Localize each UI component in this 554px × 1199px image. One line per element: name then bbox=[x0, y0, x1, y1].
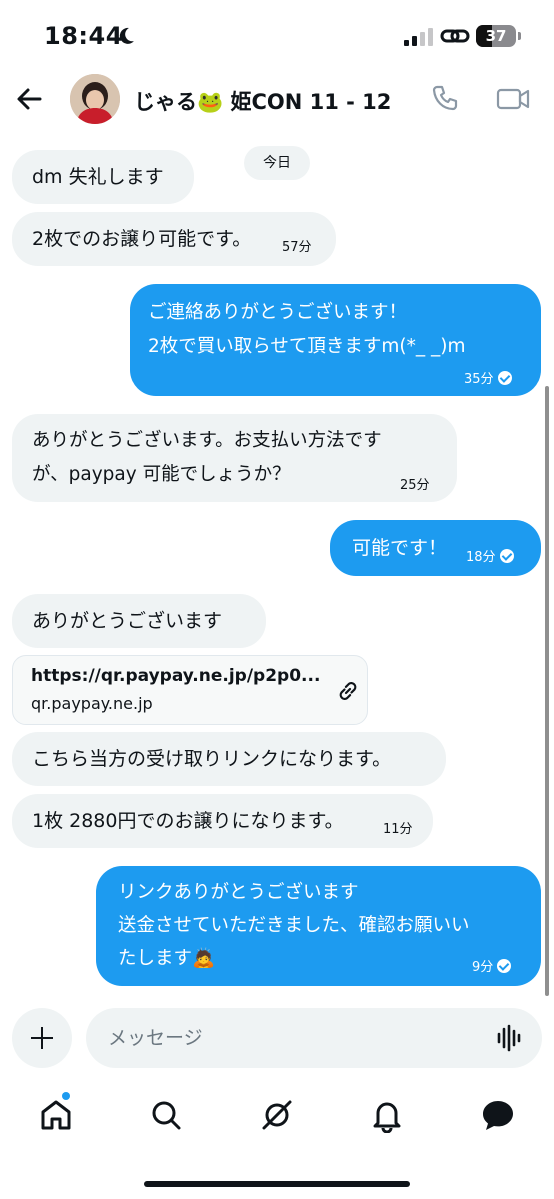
status-bar: 18:44 37 bbox=[0, 0, 554, 72]
link-icon bbox=[440, 29, 470, 43]
message-text: dm 失礼します bbox=[32, 166, 164, 188]
message-time: 18分 bbox=[466, 546, 514, 565]
bottom-navigation bbox=[0, 1085, 554, 1155]
link-chain-icon bbox=[339, 682, 357, 700]
link-domain: qr.paypay.ne.jp bbox=[31, 694, 153, 713]
grok-icon[interactable] bbox=[259, 1097, 295, 1133]
scrollbar[interactable] bbox=[545, 386, 549, 996]
message-time: 9分 bbox=[472, 956, 512, 975]
link-preview-card[interactable]: https://qr.paypay.ne.jp/p2p0... qr.paypa… bbox=[12, 655, 368, 725]
status-time: 18:44 bbox=[44, 22, 123, 50]
incoming-message[interactable]: ありがとうございます。お支払い方法です が、paypay 可能でしょうか？ bbox=[12, 414, 457, 502]
message-text: ありがとうございます bbox=[32, 610, 223, 632]
home-notification-dot bbox=[62, 1092, 70, 1100]
message-time: 35分 bbox=[464, 368, 512, 387]
messages-icon[interactable] bbox=[480, 1097, 516, 1133]
message-text: ご連絡ありがとうございます！ bbox=[148, 302, 408, 323]
incoming-message[interactable]: こちら当方の受け取りリンクになります。 bbox=[12, 732, 446, 786]
message-text: リンクありがとうございます bbox=[118, 882, 359, 903]
message-text: 2枚で買い取らせて頂きますm(*_ _)m bbox=[148, 336, 466, 357]
phone-icon[interactable] bbox=[430, 84, 460, 114]
incoming-message[interactable]: ありがとうございます bbox=[12, 594, 266, 648]
message-time: 11分 bbox=[383, 822, 413, 837]
back-arrow-icon[interactable] bbox=[14, 84, 44, 114]
notifications-icon[interactable] bbox=[369, 1097, 405, 1133]
message-text: こちら当方の受け取りリンクになります。 bbox=[32, 748, 392, 770]
read-check-icon bbox=[499, 549, 514, 563]
signal-icon bbox=[404, 28, 433, 46]
video-icon[interactable] bbox=[496, 84, 530, 114]
link-url[interactable]: https://qr.paypay.ne.jp/p2p0... bbox=[31, 666, 320, 686]
message-time: 25分 bbox=[400, 478, 430, 493]
moon-icon bbox=[119, 27, 134, 44]
message-text: 2枚でのお譲り可能です。 bbox=[32, 228, 252, 250]
message-input[interactable] bbox=[86, 1008, 542, 1068]
home-icon[interactable] bbox=[38, 1097, 74, 1133]
add-media-button[interactable] bbox=[12, 1008, 72, 1068]
home-indicator bbox=[144, 1181, 410, 1187]
message-text: が、paypay 可能でしょうか？ bbox=[32, 464, 291, 485]
message-text: 可能です！ bbox=[352, 537, 448, 559]
date-divider: 今日 bbox=[244, 146, 310, 180]
incoming-message[interactable]: dm 失礼します bbox=[12, 150, 194, 204]
battery-icon: 37 bbox=[476, 25, 516, 47]
battery-level: 37 bbox=[485, 27, 507, 45]
search-icon[interactable] bbox=[148, 1097, 184, 1133]
incoming-message[interactable]: 1枚 2880円でのお譲りになります。 bbox=[12, 794, 433, 848]
avatar[interactable] bbox=[70, 74, 120, 124]
voice-waveform-icon[interactable] bbox=[496, 1024, 524, 1052]
message-text: ありがとうございます。お支払い方法です bbox=[32, 430, 382, 451]
message-text: 1枚 2880円でのお譲りになります。 bbox=[32, 810, 344, 832]
contact-name[interactable]: じゃる🐸 姫CON 11 - 12 bbox=[134, 86, 391, 116]
message-text: たします🙇 bbox=[118, 948, 216, 969]
read-check-icon bbox=[497, 959, 512, 973]
conversation-header: じゃる🐸 姫CON 11 - 12 bbox=[0, 72, 554, 128]
message-time: 57分 bbox=[282, 240, 312, 255]
read-check-icon bbox=[497, 371, 512, 385]
message-text: 送金させていただきました、確認お願いい bbox=[118, 915, 470, 936]
